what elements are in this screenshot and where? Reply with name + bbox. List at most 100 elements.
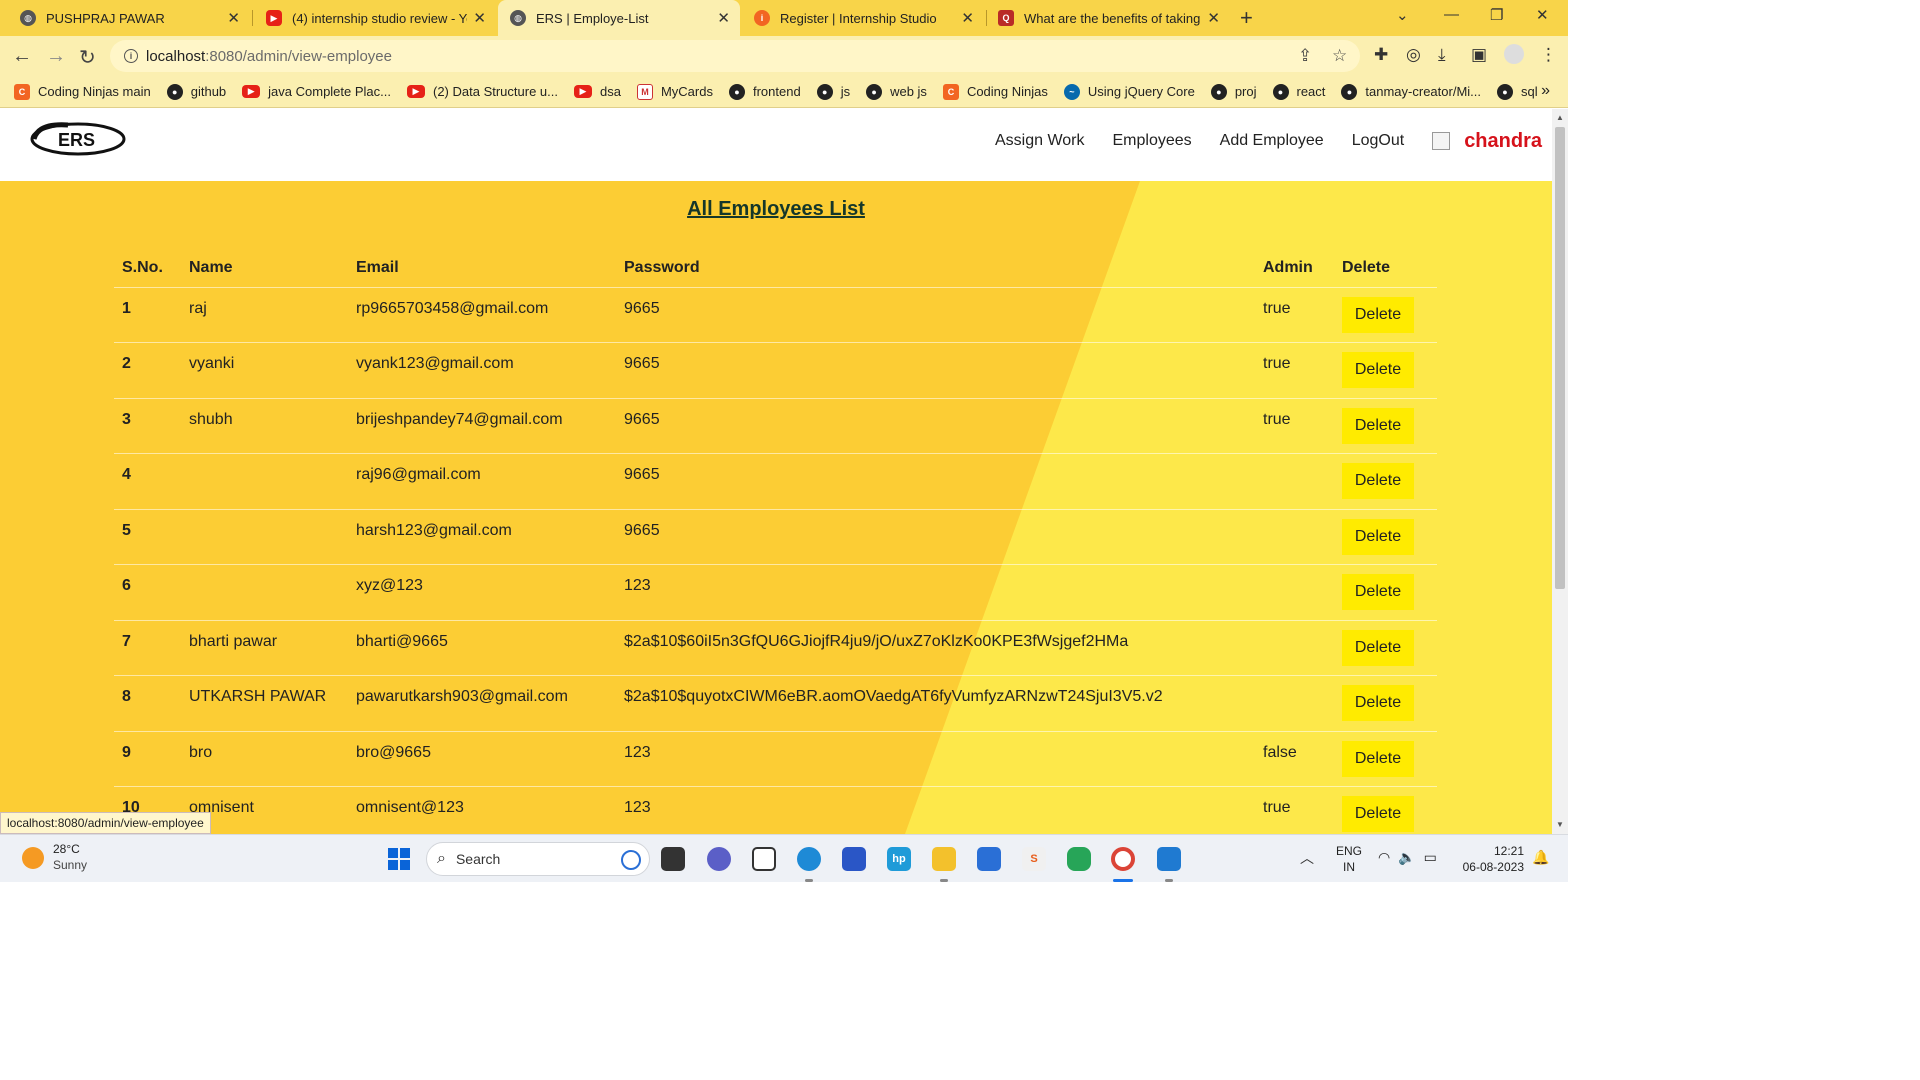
col-header-delete: Delete — [1342, 258, 1391, 276]
site-info-icon[interactable]: i — [124, 49, 138, 63]
network-app-icon[interactable] — [977, 847, 1001, 871]
delete-button[interactable]: Delete — [1342, 296, 1414, 333]
side-panel-icon[interactable]: ▣ — [1471, 45, 1487, 65]
cell-delete: Delete — [1334, 286, 1437, 343]
tab-search-chevron-icon[interactable]: ⌄ — [1396, 6, 1409, 24]
bookmark-item[interactable]: ● react — [1272, 83, 1326, 100]
widgets-icon[interactable] — [752, 847, 776, 871]
col-header-email: Email — [356, 258, 399, 276]
bookmark-item[interactable]: ● frontend — [728, 83, 801, 100]
nav-add-employee[interactable]: Add Employee — [1220, 132, 1324, 150]
forward-arrow-icon[interactable]: → — [46, 45, 66, 68]
tab-internship-review[interactable]: ▶ (4) internship studio review - You ✕ — [254, 0, 496, 36]
bookmark-item[interactable]: ~ Using jQuery Core — [1063, 83, 1195, 100]
close-icon[interactable]: ✕ — [717, 9, 730, 27]
teams-chat-icon[interactable] — [707, 847, 731, 871]
bookmark-item[interactable]: C Coding Ninjas — [942, 83, 1048, 100]
bookmark-item[interactable]: ● web js — [866, 83, 927, 100]
cell-email: pawarutkarsh903@gmail.com — [348, 675, 616, 731]
delete-button[interactable]: Delete — [1342, 740, 1414, 777]
bookmark-item[interactable]: ● tanmay-creator/Mi... — [1341, 83, 1481, 100]
microsoft-store-icon[interactable] — [842, 847, 866, 871]
url-field[interactable]: i localhost:8080/admin/view-employee ⇪ ☆ — [110, 40, 1360, 72]
more-bookmarks-icon[interactable]: » — [1541, 82, 1550, 100]
back-arrow-icon[interactable]: ← — [12, 45, 32, 68]
notification-bell-icon[interactable]: 🔔 — [1532, 849, 1549, 866]
system-tray-icons[interactable]: ◠🔈▭ — [1378, 849, 1445, 866]
bookmark-item[interactable]: ● github — [166, 83, 226, 100]
delete-button[interactable]: Delete — [1342, 518, 1414, 555]
bookmark-item[interactable]: ▶ (2) Data Structure u... — [407, 84, 558, 99]
minimize-icon[interactable]: — — [1444, 6, 1459, 23]
file-explorer-icon[interactable] — [932, 847, 956, 871]
nav-employees[interactable]: Employees — [1112, 132, 1191, 150]
close-icon[interactable]: ✕ — [1207, 9, 1220, 27]
delete-button[interactable]: Delete — [1342, 629, 1414, 666]
nav-assign-work[interactable]: Assign Work — [995, 132, 1085, 150]
bookmark-item[interactable]: M MyCards — [636, 83, 713, 100]
volume-icon[interactable]: 🔈 — [1398, 849, 1423, 865]
windows-start-icon[interactable] — [388, 848, 410, 870]
language-indicator[interactable]: ENG IN — [1336, 843, 1362, 875]
delete-button[interactable]: Delete — [1342, 407, 1414, 444]
bookmark-label: Coding Ninjas main — [38, 84, 151, 99]
bookmark-item[interactable]: C Coding Ninjas main — [14, 83, 151, 100]
close-icon[interactable]: ✕ — [227, 9, 240, 27]
system-clock[interactable]: 12:21 06-08-2023 — [1462, 843, 1524, 875]
nav-logout[interactable]: LogOut — [1352, 132, 1404, 150]
bookmark-star-icon[interactable]: ☆ — [1332, 46, 1347, 66]
delete-button[interactable]: Delete — [1342, 574, 1414, 610]
reload-icon[interactable]: ↻ — [79, 45, 96, 70]
download-icon[interactable]: ⤓ — [1438, 45, 1446, 65]
bookmark-item[interactable]: ▶ java Complete Plac... — [242, 84, 391, 99]
window-close-icon[interactable]: ✕ — [1536, 6, 1549, 24]
scrollbar-thumb[interactable] — [1555, 127, 1565, 589]
tab-title: What are the benefits of taking in — [1024, 10, 1202, 26]
profile-avatar-icon[interactable] — [1504, 44, 1524, 64]
browser-menu-icon[interactable]: ⋮ — [1540, 45, 1557, 65]
tab-quora[interactable]: Q What are the benefits of taking in ✕ — [988, 0, 1230, 36]
close-icon[interactable]: ✕ — [473, 9, 486, 27]
chat-app-icon[interactable] — [1067, 847, 1091, 871]
tab-register-internship-studio[interactable]: i Register | Internship Studio ✕ — [742, 0, 984, 36]
weather-description[interactable]: Sunny — [53, 858, 87, 872]
show-hidden-icons-chevron-icon[interactable]: ︿ — [1300, 848, 1314, 868]
taskbar-search-box[interactable]: ⌕ Search — [426, 842, 650, 876]
delete-button[interactable]: Delete — [1342, 463, 1414, 499]
extensions-puzzle-icon[interactable]: ✚ — [1374, 45, 1388, 65]
vscode-icon[interactable] — [1157, 847, 1181, 871]
weather-temperature[interactable]: 28°C — [53, 842, 80, 856]
delete-button[interactable]: Delete — [1342, 352, 1414, 388]
new-tab-button[interactable]: + — [1240, 5, 1253, 31]
web-page: ERS Assign Work Employees Add Employee L… — [0, 109, 1552, 834]
bookmark-item[interactable]: ▶ dsa — [574, 84, 621, 99]
app-s-icon[interactable]: S — [1022, 847, 1046, 871]
edge-browser-icon[interactable] — [797, 847, 821, 871]
tab-pushpraj-pawar[interactable]: ◍ PUSHPRAJ PAWAR ✕ — [0, 0, 250, 36]
cell-password: $2a$10$quyotxCIWM6eBR.aomOVaedgAT6fyVumf… — [616, 675, 1255, 731]
page-scrollbar[interactable]: ▲ ▼ — [1552, 109, 1568, 834]
wifi-icon[interactable]: ◠ — [1378, 849, 1398, 865]
delete-button[interactable]: Delete — [1342, 685, 1414, 721]
sun-weather-icon[interactable] — [22, 847, 44, 869]
myhp-icon[interactable]: hp — [887, 847, 911, 871]
chrome-browser-icon[interactable] — [1111, 847, 1135, 871]
scroll-up-arrow-icon[interactable]: ▲ — [1556, 113, 1564, 122]
restore-icon[interactable]: ❐ — [1490, 6, 1503, 24]
bookmark-label: react — [1296, 84, 1326, 99]
bookmark-item[interactable]: ● sql — [1497, 83, 1538, 100]
share-icon[interactable]: ⇪ — [1298, 46, 1312, 66]
task-view-icon[interactable] — [661, 847, 685, 871]
bookmark-item[interactable]: ● proj — [1210, 83, 1257, 100]
bookmark-item[interactable]: ● js — [816, 83, 850, 100]
ers-logo[interactable]: ERS — [28, 119, 128, 164]
close-icon[interactable]: ✕ — [961, 9, 974, 27]
tab-ers-employe-list[interactable]: ◍ ERS | Employe-List ✕ — [498, 0, 740, 36]
battery-icon[interactable]: ▭ — [1424, 849, 1445, 865]
delete-button[interactable]: Delete — [1342, 796, 1414, 832]
cell-delete: Delete — [1334, 619, 1437, 676]
cell-delete: Delete — [1334, 564, 1437, 620]
extension-icon[interactable]: ◎ — [1406, 45, 1421, 65]
bookmark-label: (2) Data Structure u... — [433, 84, 558, 99]
scroll-down-arrow-icon[interactable]: ▼ — [1556, 820, 1564, 829]
